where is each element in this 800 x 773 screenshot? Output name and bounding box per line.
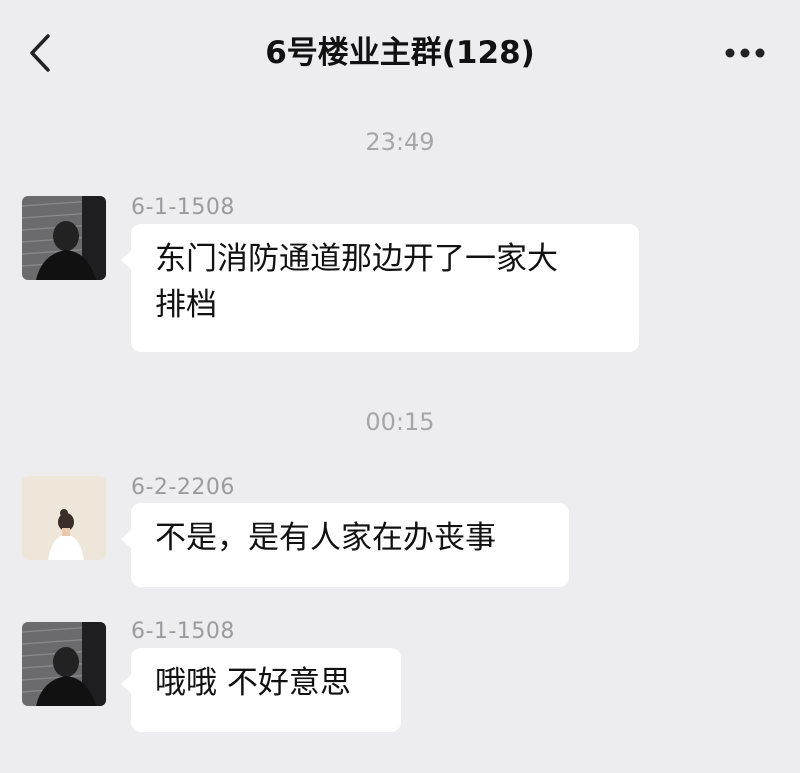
avatar[interactable] xyxy=(22,476,106,560)
timestamp: 00:15 xyxy=(365,408,435,436)
message-bubble[interactable]: 东门消防通道那边开了一家大 排档 xyxy=(121,224,639,352)
timestamp: 23:49 xyxy=(365,128,435,156)
dark-profile-photo xyxy=(22,622,106,706)
message-text: 东门消防通道那边开了一家大 xyxy=(155,241,558,277)
avatar[interactable] xyxy=(22,622,106,706)
message-bubble[interactable]: 哦哦 不好意思 xyxy=(121,648,401,732)
message-bubble[interactable]: 不是，是有人家在办丧事 xyxy=(121,503,569,587)
sender-name: 6-1-1508 xyxy=(131,619,235,644)
chat-header: 6号楼业主群(128) xyxy=(0,0,800,108)
sender-name: 6-1-1508 xyxy=(131,195,235,220)
message-text: 哦哦 不好意思 xyxy=(155,665,351,701)
message-text: 排档 xyxy=(155,287,217,323)
avatar[interactable] xyxy=(22,196,106,280)
dark-profile-photo xyxy=(22,196,106,280)
message-text: 不是，是有人家在办丧事 xyxy=(155,520,496,556)
ellipsis-icon xyxy=(725,48,765,58)
more-button[interactable] xyxy=(722,38,768,68)
woman-back-photo xyxy=(22,476,106,560)
sender-name: 6-2-2206 xyxy=(131,475,235,500)
chat-title: 6号楼业主群(128) xyxy=(265,35,535,71)
